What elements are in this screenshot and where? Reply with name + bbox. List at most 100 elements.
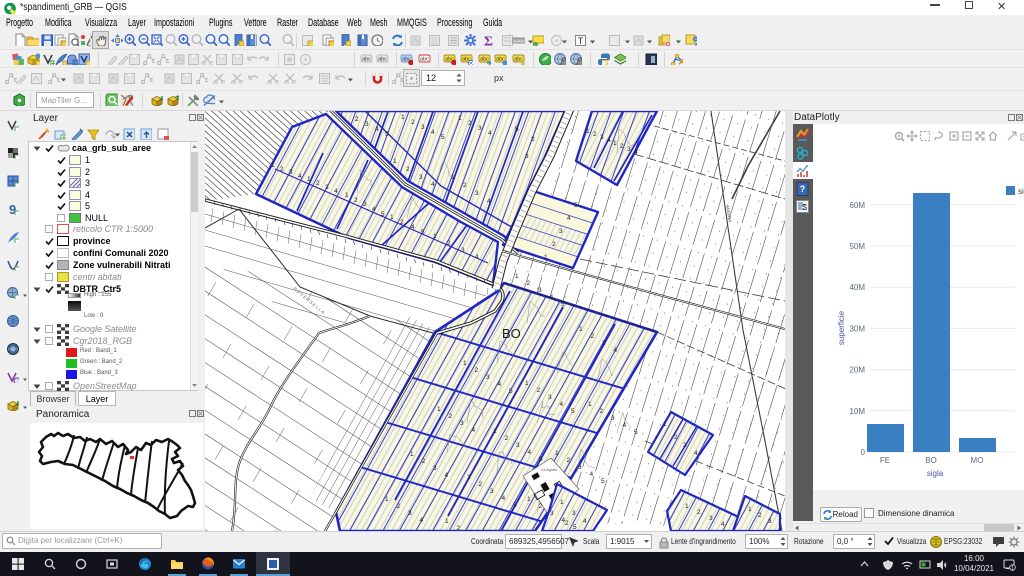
- svg-text:4: 4: [411, 224, 415, 231]
- svg-text:4: 4: [567, 215, 571, 222]
- svg-text:5: 5: [421, 229, 425, 236]
- svg-text:0: 0: [861, 448, 866, 457]
- svg-text:T: T: [578, 36, 584, 46]
- svg-text:si: si: [1018, 187, 1024, 196]
- svg-text:FE: FE: [880, 456, 890, 465]
- svg-text:1: 1: [493, 428, 497, 435]
- svg-text:2: 2: [411, 119, 415, 126]
- svg-text:4: 4: [475, 254, 479, 261]
- svg-text:1: 1: [544, 254, 548, 261]
- svg-text:1: 1: [663, 421, 667, 428]
- svg-text:3: 3: [486, 374, 490, 381]
- svg-text:1: 1: [527, 496, 531, 503]
- svg-text:4: 4: [375, 126, 379, 133]
- svg-text:4: 4: [445, 472, 449, 479]
- svg-text:1: 1: [393, 158, 397, 165]
- svg-text:2: 2: [537, 387, 541, 394]
- svg-text:4: 4: [431, 181, 435, 188]
- svg-text:2: 2: [397, 503, 401, 510]
- svg-text:3: 3: [433, 465, 437, 472]
- svg-text:5: 5: [509, 388, 513, 395]
- svg-text:3: 3: [490, 488, 494, 495]
- svg-text:4: 4: [498, 381, 502, 388]
- svg-text:abc: abc: [420, 57, 429, 63]
- svg-text:5: 5: [441, 134, 445, 141]
- svg-text:4: 4: [550, 294, 554, 301]
- svg-text:4: 4: [431, 129, 435, 136]
- svg-text:2: 2: [591, 333, 595, 340]
- svg-text:3: 3: [709, 515, 713, 522]
- svg-text:3: 3: [408, 510, 412, 517]
- svg-text:Σ: Σ: [484, 35, 493, 46]
- svg-text:30M: 30M: [849, 324, 865, 333]
- svg-text:1: 1: [458, 115, 462, 122]
- svg-text:5: 5: [381, 211, 385, 218]
- svg-text:Ca Agosto: Ca Agosto: [541, 468, 557, 472]
- svg-text:4: 4: [487, 198, 491, 205]
- svg-text:1: 1: [560, 499, 564, 506]
- svg-text:1: 1: [410, 451, 414, 458]
- svg-text:3: 3: [516, 442, 520, 449]
- svg-text:2: 2: [479, 481, 483, 488]
- svg-text:2: 2: [620, 143, 624, 150]
- svg-text:abc: abc: [480, 57, 489, 63]
- svg-text:50M: 50M: [849, 242, 865, 251]
- svg-text:3: 3: [611, 415, 615, 422]
- svg-text:2: 2: [449, 413, 453, 420]
- svg-text:4: 4: [721, 521, 725, 528]
- svg-text:3: 3: [421, 124, 425, 131]
- svg-text:2: 2: [447, 240, 451, 247]
- svg-text:4: 4: [528, 449, 532, 456]
- svg-text:3: 3: [600, 134, 604, 141]
- svg-text:1: 1: [307, 176, 311, 183]
- svg-text:3: 3: [550, 510, 554, 517]
- svg-text:3: 3: [548, 394, 552, 401]
- svg-text:4: 4: [334, 188, 338, 195]
- svg-text:40M: 40M: [849, 283, 865, 292]
- svg-text:2: 2: [527, 280, 531, 287]
- svg-text:4: 4: [420, 517, 424, 524]
- svg-text:1: 1: [748, 506, 752, 513]
- svg-text:2: 2: [505, 435, 509, 442]
- svg-text:1: 1: [685, 503, 689, 510]
- svg-text:3: 3: [475, 190, 479, 197]
- svg-text:1: 1: [390, 214, 394, 221]
- svg-text:1: 1: [451, 174, 455, 181]
- svg-text:4: 4: [298, 173, 302, 180]
- svg-text:5: 5: [513, 502, 517, 509]
- svg-text:2: 2: [280, 166, 284, 173]
- svg-text:3: 3: [478, 125, 482, 132]
- svg-text:2: 2: [355, 116, 359, 123]
- svg-text:2: 2: [468, 120, 472, 127]
- svg-text:4: 4: [614, 347, 618, 354]
- svg-text:3: 3: [363, 201, 367, 208]
- svg-text:1: 1: [345, 192, 349, 199]
- svg-text:2: 2: [674, 434, 678, 441]
- svg-text:2: 2: [600, 408, 604, 415]
- svg-text:sigla: sigla: [927, 469, 944, 478]
- svg-text:1: 1: [433, 233, 437, 240]
- svg-text:?: ?: [800, 184, 806, 194]
- svg-text:60M: 60M: [849, 201, 865, 210]
- svg-text:3: 3: [627, 146, 631, 153]
- svg-text:1: 1: [385, 496, 389, 503]
- svg-text:1: 1: [586, 128, 590, 135]
- svg-text:2: 2: [406, 166, 410, 173]
- svg-text:5: 5: [385, 131, 389, 138]
- svg-text:4: 4: [634, 149, 638, 156]
- svg-text:2: 2: [758, 512, 762, 519]
- svg-text:4: 4: [583, 518, 587, 525]
- svg-text:5: 5: [574, 202, 578, 209]
- svg-text:3: 3: [461, 247, 465, 254]
- svg-text:1: 1: [463, 360, 467, 367]
- svg-text:3: 3: [460, 420, 464, 427]
- svg-text:4: 4: [488, 130, 492, 137]
- svg-text:2: 2: [552, 241, 556, 248]
- svg-text:2: 2: [400, 219, 404, 226]
- svg-text:3: 3: [602, 340, 606, 347]
- svg-text:3: 3: [525, 153, 529, 160]
- svg-text:1: 1: [467, 474, 471, 481]
- svg-text:3: 3: [365, 121, 369, 128]
- svg-text:superficie: superficie: [837, 310, 846, 345]
- svg-text:BO: BO: [925, 456, 937, 465]
